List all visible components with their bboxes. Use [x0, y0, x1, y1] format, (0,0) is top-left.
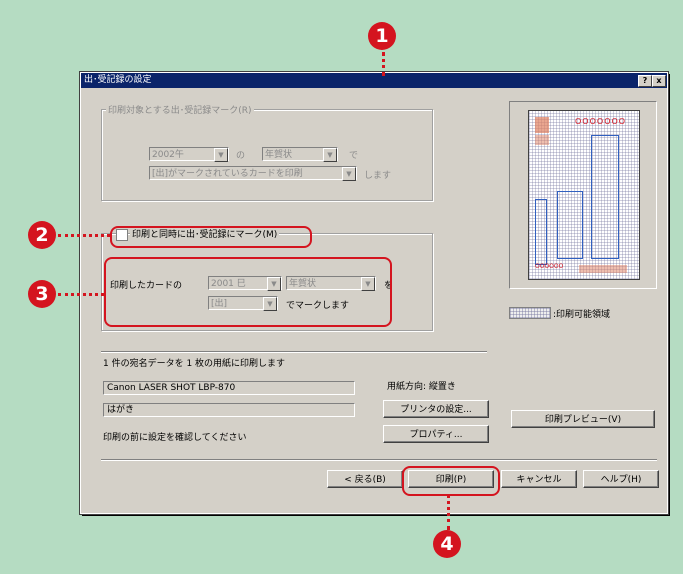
chevron-down-icon: ▼ — [342, 167, 356, 181]
printer-name-field: Canon LASER SHOT LBP-870 — [103, 381, 355, 395]
back-button[interactable]: < 戻る(B) — [327, 470, 403, 488]
no-label: の — [236, 151, 246, 161]
checkbox-highlight — [110, 226, 312, 248]
name-frame — [557, 191, 583, 259]
callout-1-leader — [382, 52, 385, 76]
address-frame — [591, 135, 619, 259]
callout-4: 4 — [433, 530, 461, 558]
printable-area-swatch — [509, 307, 551, 319]
de-label: で — [349, 151, 359, 161]
paper-field: はがき — [103, 403, 355, 417]
target-year-select[interactable]: 2002午 ▼ — [149, 147, 229, 162]
title-bar: 出･受記録の設定 ? x — [81, 73, 667, 88]
callout-2: 2 — [28, 221, 56, 249]
close-title-button[interactable]: x — [652, 75, 666, 87]
preview-panel: OOOOOOO OOOOOO — [509, 101, 657, 289]
callout-3: 3 — [28, 280, 56, 308]
stamp-mark-icon — [535, 117, 549, 133]
sender-stamp — [579, 265, 627, 273]
summary-text: 1 件の宛名データを 1 枚の用紙に印刷します — [103, 359, 286, 369]
separator — [101, 351, 487, 353]
print-preview-button[interactable]: 印刷プレビュー(V) — [511, 410, 655, 428]
callout-2-leader — [58, 234, 110, 237]
callout-4-leader — [447, 494, 450, 530]
mark-settings-highlight — [104, 257, 392, 327]
separator — [101, 459, 657, 461]
print-button-highlight — [402, 466, 500, 496]
chevron-down-icon: ▼ — [323, 148, 337, 162]
stamp-mark-icon — [535, 135, 549, 145]
help-button[interactable]: ヘルプ(H) — [583, 470, 659, 488]
target-filter-select[interactable]: [出]がマークされているカードを印刷 ▼ — [149, 166, 357, 181]
print-target-group: 印刷対象とする出･受記録マーク(R) 2002午 ▼ の 年賀状 ▼ で [出]がマ… — [101, 103, 433, 201]
chevron-down-icon: ▼ — [214, 148, 228, 162]
callout-3-leader — [58, 293, 104, 296]
properties-button[interactable]: プロパティ... — [383, 425, 489, 443]
printer-settings-button[interactable]: プリンタの設定... — [383, 400, 489, 418]
shimasu-label: します — [364, 171, 392, 181]
sender-postal-boxes: OOOOOO — [535, 263, 564, 270]
postcard-preview: OOOOOOO OOOOOO — [528, 110, 640, 280]
postal-code-boxes: OOOOOOO — [575, 117, 627, 126]
help-title-button[interactable]: ? — [638, 75, 652, 87]
callout-1: 1 — [368, 22, 396, 50]
sender-frame — [535, 199, 547, 265]
printable-area-label: :印刷可能領域 — [553, 310, 611, 320]
orientation-label: 用紙方向: 縦置き — [387, 382, 456, 392]
print-target-legend: 印刷対象とする出･受記録マーク(R) — [106, 103, 254, 116]
confirm-text: 印刷の前に設定を確認してください — [103, 433, 247, 443]
window-title: 出･受記録の設定 — [84, 75, 152, 85]
target-type-select[interactable]: 年賀状 ▼ — [262, 147, 338, 162]
cancel-button[interactable]: キャンセル — [501, 470, 577, 488]
